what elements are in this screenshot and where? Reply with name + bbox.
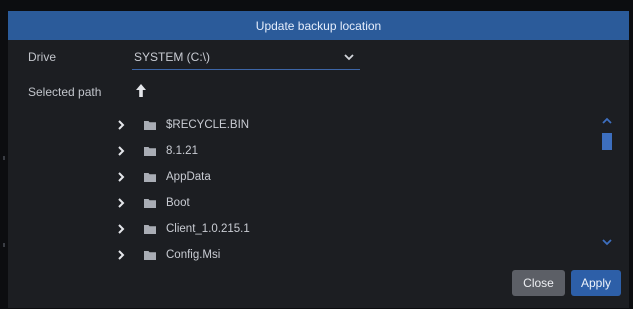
folder-name: 8.1.21 [166,145,198,157]
folder-row[interactable]: 8.1.21 [112,138,582,164]
chevron-right-icon[interactable] [114,248,128,262]
folder-row[interactable]: Boot [112,190,582,216]
folder-icon [144,173,156,182]
chevron-down-icon [344,53,354,60]
scroll-down-icon[interactable] [600,237,614,247]
folder-icon [144,121,156,130]
drive-dropdown[interactable]: SYSTEM (C:\) [132,44,360,70]
arrow-up-icon[interactable] [133,82,149,100]
folder-name: AppData [166,171,211,183]
drive-label: Drive [28,50,57,64]
folder-icon [144,199,156,208]
chevron-right-icon[interactable] [114,196,128,210]
folder-row[interactable]: $RECYCLE.BIN [112,112,582,138]
folder-icon [144,147,156,156]
close-button[interactable]: Close [512,270,565,296]
chevron-right-icon[interactable] [114,170,128,184]
folder-icon [144,225,156,234]
chevron-right-icon[interactable] [114,222,128,236]
dialog-title: Update backup location [255,18,382,33]
chevron-right-icon[interactable] [114,118,128,132]
update-backup-location-dialog: Update backup location Drive SYSTEM (C:\… [8,11,629,308]
folder-row[interactable]: AppData [112,164,582,190]
folder-row[interactable]: Client_1.0.215.1 [112,216,582,242]
scroll-up-icon[interactable] [600,116,614,126]
dialog-title-bar: Update backup location [8,11,629,40]
folder-name: $RECYCLE.BIN [166,119,250,131]
folder-name: Client_1.0.215.1 [166,223,250,235]
folder-name: Boot [166,197,190,209]
chevron-right-icon[interactable] [114,144,128,158]
folder-name: Config.Msi [166,249,221,261]
drive-selected-value: SYSTEM (C:\) [134,49,211,64]
folder-row[interactable]: Config.Msi [112,242,582,266]
scrollbar-thumb[interactable] [602,133,612,150]
folder-icon [144,251,156,260]
folder-tree: $RECYCLE.BIN 8.1.21 AppData Boot Client_… [112,112,582,266]
window-edge-mark [3,243,5,247]
window-edge-mark [3,156,5,160]
apply-button[interactable]: Apply [571,270,621,296]
selected-path-label: Selected path [28,85,102,99]
